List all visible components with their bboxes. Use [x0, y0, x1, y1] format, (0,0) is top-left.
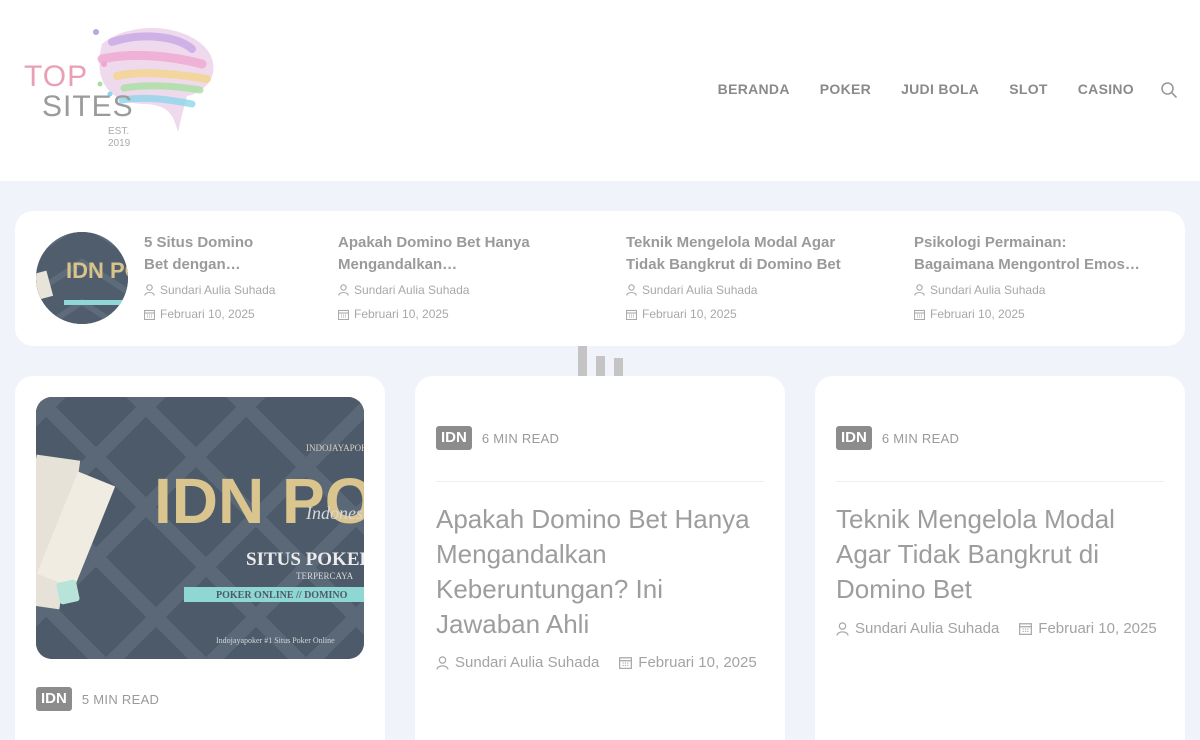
strip-item[interactable]: Psikologi Permainan: Bagaimana Mengontro…: [914, 232, 1164, 324]
strip-item-author: Sundari Aulia Suhada: [338, 280, 598, 300]
strip-thumbnail-art: IDN POKER: [36, 232, 128, 324]
recent-posts-strip: IDN POKER 5 Situs Domino Bet dengan… Sun…: [15, 211, 1185, 346]
strip-item[interactable]: Teknik Mengelola Modal Agar Tidak Bangkr…: [626, 232, 896, 324]
post-date: Februari 10, 2025: [638, 654, 757, 671]
calendar-icon: [1019, 623, 1033, 635]
image-footer-text: Indojayapoker #1 Situs Poker Online: [216, 636, 335, 645]
category-badge[interactable]: IDN: [436, 426, 472, 450]
user-icon: [338, 284, 349, 296]
post-date: Februari 10, 2025: [160, 307, 255, 321]
calendar-icon: [338, 309, 349, 320]
nav-poker[interactable]: POKER: [820, 81, 871, 97]
logo-text-top: TOP: [24, 60, 89, 93]
strip-title-line: Apakah Domino Bet Hanya: [338, 234, 530, 251]
nav-beranda[interactable]: BERANDA: [718, 81, 790, 97]
strip-item-title[interactable]: 5 Situs Domino Bet dengan…: [144, 232, 314, 276]
read-time: 6 MIN READ: [881, 430, 960, 446]
author-name[interactable]: Sundari Aulia Suhada: [354, 283, 469, 297]
post-title[interactable]: Apakah Domino Bet Hanya Mengandalkan Keb…: [436, 502, 766, 642]
nav-casino[interactable]: CASINO: [1078, 81, 1134, 97]
logo-text-sites: SITES: [42, 90, 134, 123]
user-icon: [626, 284, 637, 296]
calendar-icon: [914, 309, 925, 320]
strip-item-title[interactable]: Psikologi Permainan: Bagaimana Mengontro…: [914, 232, 1164, 276]
author-name[interactable]: Sundari Aulia Suhada: [642, 283, 757, 297]
post-meta-row: IDN 5 MIN READ: [36, 687, 159, 711]
post-meta-row: IDN 6 MIN READ: [836, 426, 959, 450]
strip-title-line: Bet dengan…: [144, 256, 241, 273]
strip-title-line: Psikologi Permainan:: [914, 234, 1067, 251]
strip-item-date: Februari 10, 2025: [914, 304, 1164, 324]
calendar-icon: [144, 309, 155, 320]
post-byline: Sundari Aulia Suhada Februari 10, 2025: [436, 654, 757, 671]
strip-thumb-idn: IDN POKER: [66, 258, 128, 283]
strip-item-date: Februari 10, 2025: [144, 304, 314, 324]
site-logo[interactable]: TOP SITES EST. 2019: [22, 24, 222, 154]
nav-judi-bola[interactable]: JUDI BOLA: [901, 81, 979, 97]
category-badge[interactable]: IDN: [36, 687, 72, 711]
logo-est: EST. 2019: [108, 126, 130, 150]
nav-slot[interactable]: SLOT: [1009, 81, 1048, 97]
read-time: 5 MIN READ: [81, 691, 160, 707]
author-name[interactable]: Sundari Aulia Suhada: [455, 654, 599, 671]
post-date: Februari 10, 2025: [354, 307, 449, 321]
strip-item[interactable]: Apakah Domino Bet Hanya Mengandalkan… Su…: [338, 232, 598, 324]
post-date: Februari 10, 2025: [642, 307, 737, 321]
divider: [836, 481, 1164, 482]
strip-item-author: Sundari Aulia Suhada: [144, 280, 314, 300]
featured-image-art: INDOJAYAPOKER IDN POKER Indonesia SITUS …: [36, 397, 364, 659]
strip-title-line: 5 Situs Domino: [144, 234, 254, 251]
post-card: IDN 6 MIN READ Teknik Mengelola Modal Ag…: [815, 376, 1185, 740]
image-brand-text: INDOJAYAPOKER: [306, 443, 364, 453]
strip-thumbnail[interactable]: IDN POKER: [36, 232, 128, 324]
author-name[interactable]: Sundari Aulia Suhada: [160, 283, 275, 297]
strip-item-author: Sundari Aulia Suhada: [626, 280, 896, 300]
category-badge[interactable]: IDN: [836, 426, 872, 450]
post-card: INDOJAYAPOKER IDN POKER Indonesia SITUS …: [15, 376, 385, 740]
author-name[interactable]: Sundari Aulia Suhada: [930, 283, 1045, 297]
strip-item-title[interactable]: Apakah Domino Bet Hanya Mengandalkan…: [338, 232, 598, 276]
post-date: Februari 10, 2025: [930, 307, 1025, 321]
post-title[interactable]: Teknik Mengelola Modal Agar Tidak Bangkr…: [836, 502, 1166, 607]
strip-item[interactable]: 5 Situs Domino Bet dengan… Sundari Aulia…: [144, 232, 314, 324]
divider: [436, 481, 764, 482]
user-icon: [436, 655, 449, 670]
image-situs-text: SITUS POKER: [246, 549, 364, 570]
user-icon: [144, 284, 155, 296]
calendar-icon: [619, 657, 633, 669]
image-indonesia-text: Indonesia: [305, 503, 364, 523]
post-meta-row: IDN 6 MIN READ: [436, 426, 559, 450]
search-icon[interactable]: [1160, 81, 1178, 99]
calendar-icon: [626, 309, 637, 320]
strip-item-date: Februari 10, 2025: [338, 304, 598, 324]
image-terpercaya-text: TERPERCAYA: [296, 571, 354, 581]
image-ribbon-text: POKER ONLINE // DOMINO: [216, 590, 348, 601]
strip-title-line: Teknik Mengelola Modal Agar: [626, 234, 836, 251]
read-time: 6 MIN READ: [481, 430, 560, 446]
strip-item-date: Februari 10, 2025: [626, 304, 896, 324]
strip-title-line: Tidak Bangkrut di Domino Bet: [626, 256, 841, 273]
image-idn-text: IDN POKER: [154, 465, 364, 537]
strip-item-title[interactable]: Teknik Mengelola Modal Agar Tidak Bangkr…: [626, 232, 896, 276]
strip-title-line: Bagaimana Mengontrol Emos…: [914, 256, 1140, 273]
post-card: IDN 6 MIN READ Apakah Domino Bet Hanya M…: [415, 376, 785, 740]
site-header: TOP SITES EST. 2019 BERANDA POKER JUDI B…: [0, 0, 1200, 181]
logo-est-label: EST.: [108, 126, 130, 137]
post-date: Februari 10, 2025: [1038, 620, 1157, 637]
post-byline: Sundari Aulia Suhada Februari 10, 2025: [836, 620, 1157, 637]
strip-title-line: Mengandalkan…: [338, 256, 458, 273]
logo-est-year: 2019: [108, 138, 131, 149]
strip-item-author: Sundari Aulia Suhada: [914, 280, 1164, 300]
main-nav: BERANDA POKER JUDI BOLA SLOT CASINO: [718, 81, 1134, 97]
post-featured-image[interactable]: INDOJAYAPOKER IDN POKER Indonesia SITUS …: [36, 397, 364, 659]
author-name[interactable]: Sundari Aulia Suhada: [855, 620, 999, 637]
user-icon: [914, 284, 925, 296]
user-icon: [836, 621, 849, 636]
